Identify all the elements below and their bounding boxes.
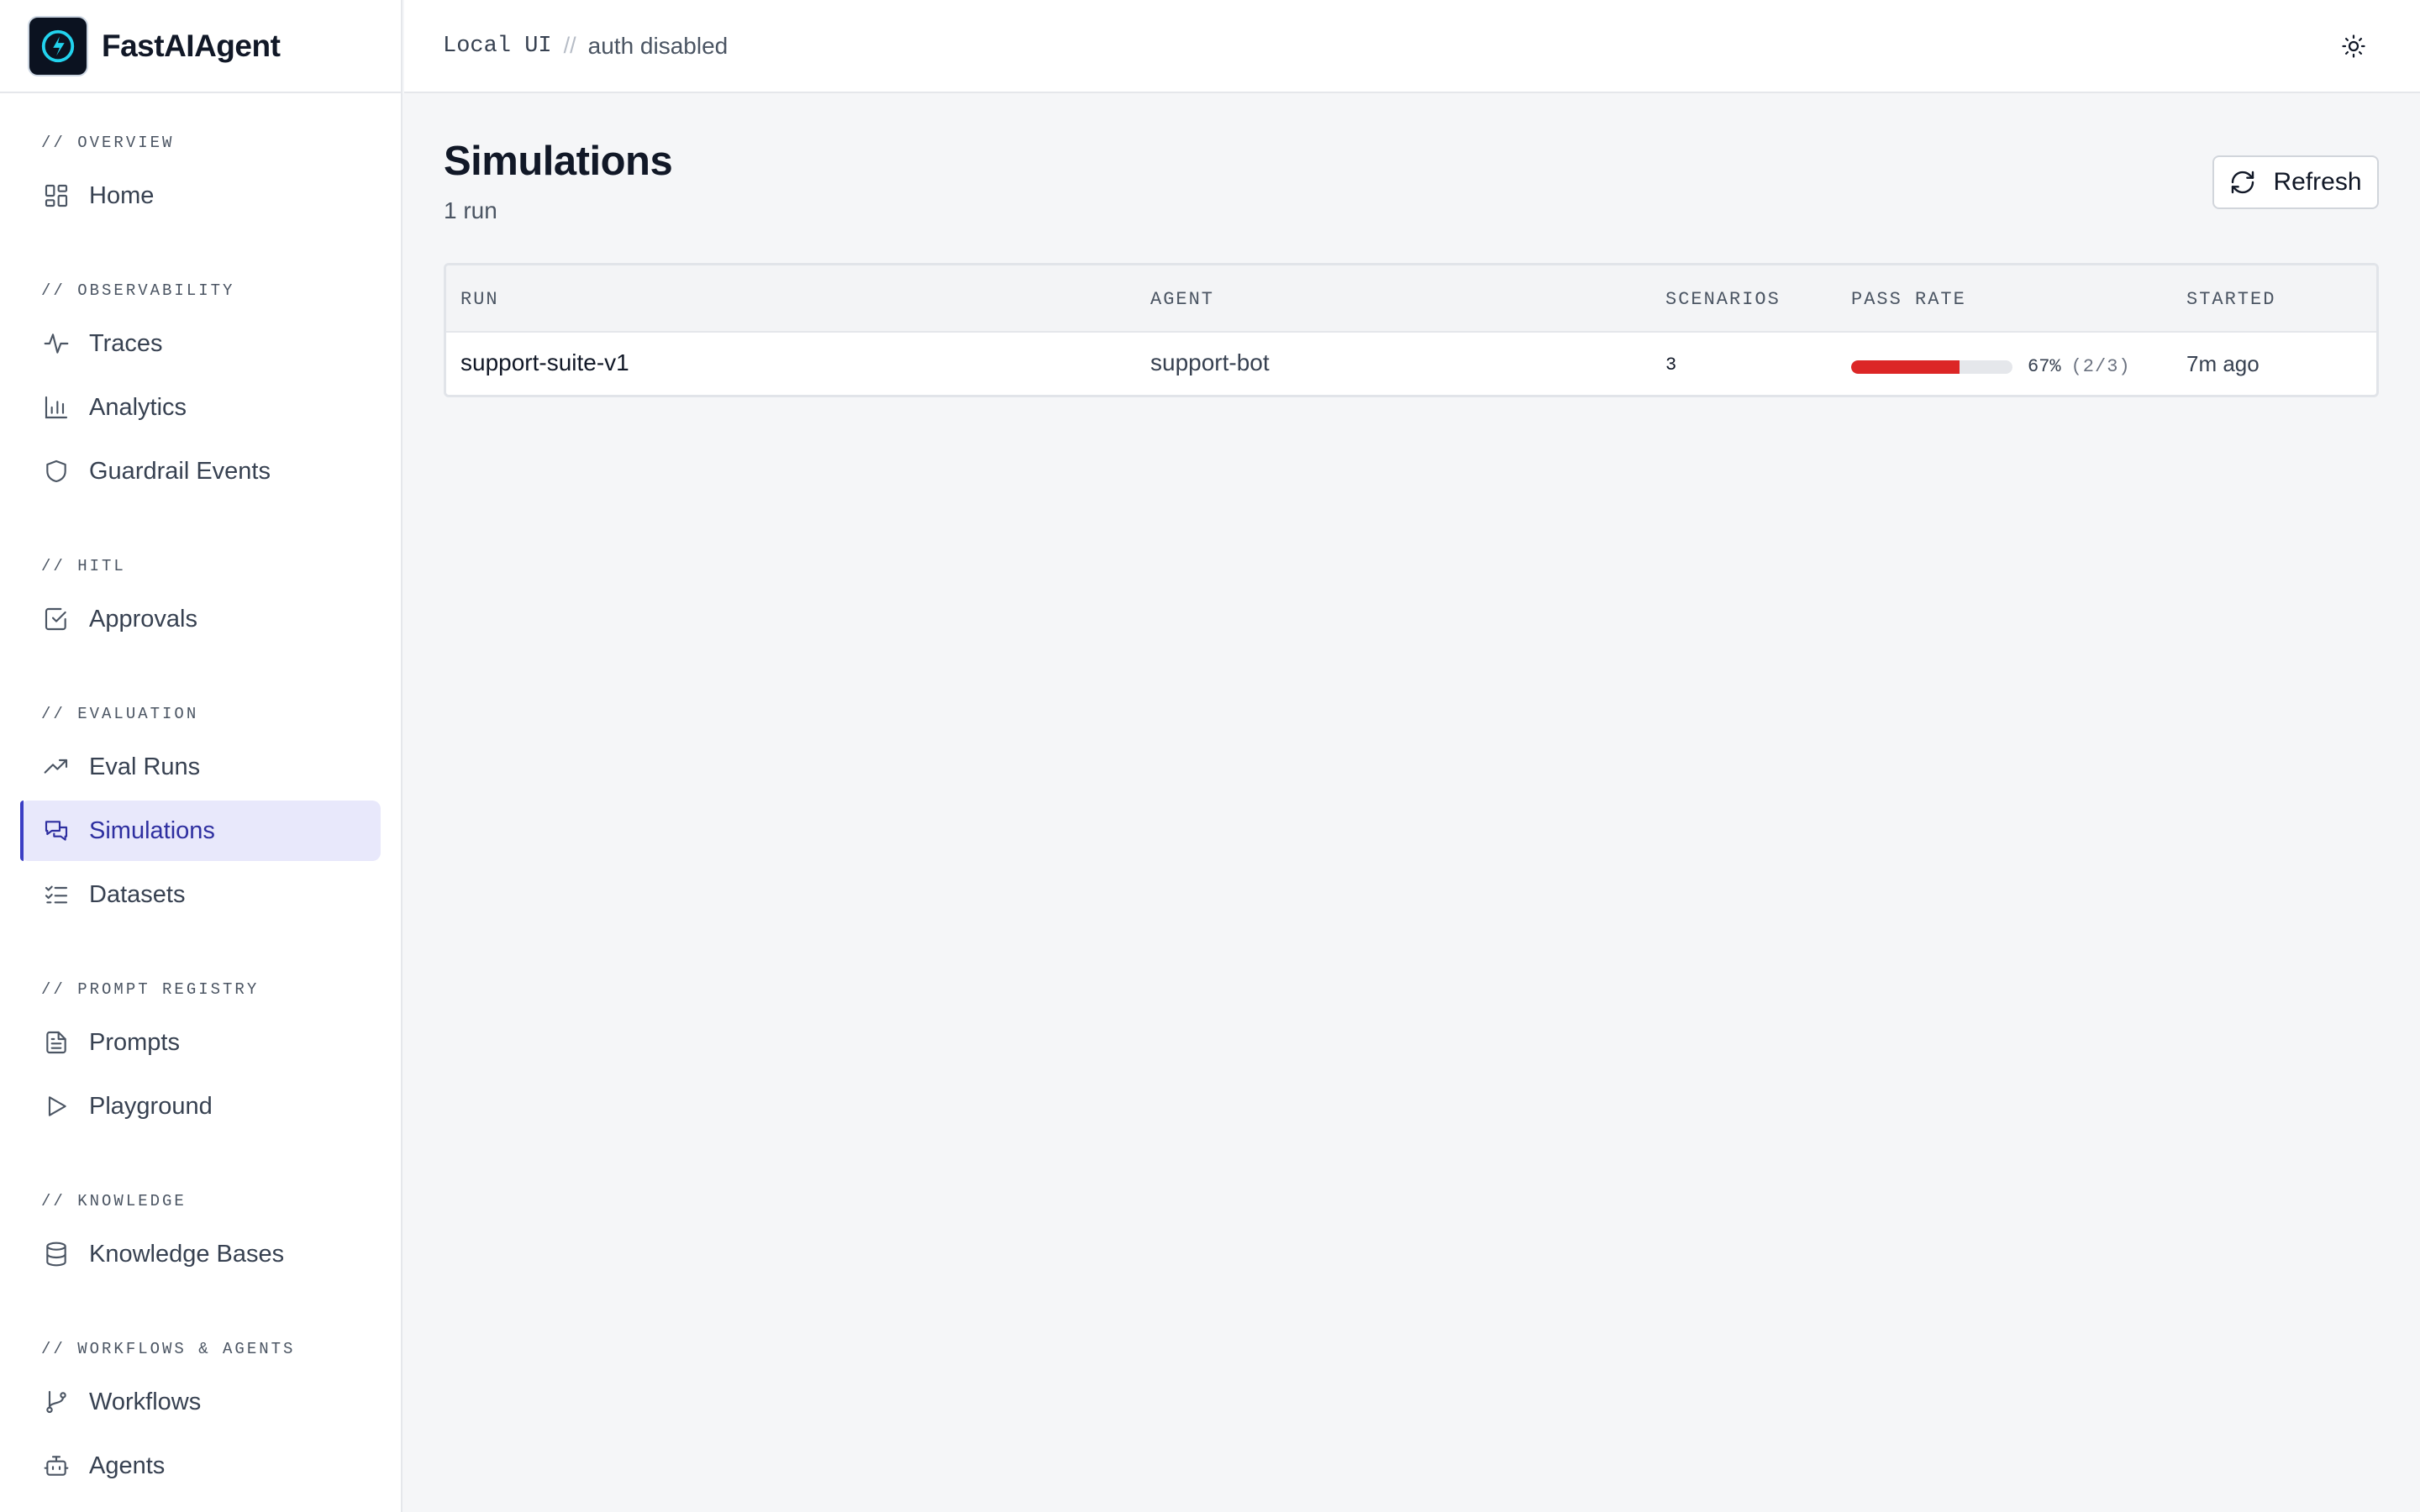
sidebar-item-label: Eval Runs: [89, 753, 201, 780]
sidebar-item-simulations[interactable]: Simulations: [20, 801, 381, 861]
mode-label: Local UI: [443, 33, 552, 59]
cell-agent: support-bot: [1150, 349, 1270, 375]
messages-icon: [42, 816, 71, 845]
table-row[interactable]: support-suite-v1 support-bot 3 67% (2/3)…: [446, 333, 2376, 395]
section-label: // HITL: [41, 557, 126, 575]
simulations-table: RUN AGENT SCENARIOS PASS RATE STARTED su…: [444, 263, 2379, 397]
auth-status: auth disabled: [587, 32, 729, 59]
section-observability: // OBSERVABILITY Traces Analytics Guardr…: [0, 270, 401, 501]
activity-icon: [42, 329, 71, 358]
section-label: // OVERVIEW: [41, 134, 175, 152]
cell-pass-rate: 67% (2/3): [1851, 356, 2131, 377]
sidebar: FastAIAgent // OVERVIEW Home // OBSERVAB…: [0, 0, 402, 1512]
pass-rate-percent: 67%: [2028, 356, 2061, 377]
pass-rate-bar-fill: [1851, 360, 1960, 374]
column-header-scenarios[interactable]: SCENARIOS: [1665, 289, 1781, 310]
pass-rate-bar: [1851, 360, 2012, 374]
run-count: 1 run: [444, 197, 497, 223]
section-label: // KNOWLEDGE: [41, 1192, 187, 1210]
git-branch-icon: [42, 1388, 71, 1416]
sidebar-item-prompts[interactable]: Prompts: [20, 1012, 381, 1073]
section-workflows-agents: // WORKFLOWS & AGENTS Workflows Agents: [0, 1328, 401, 1496]
list-checks-icon: [42, 880, 71, 909]
database-icon: [42, 1240, 71, 1268]
sidebar-item-agents[interactable]: Agents: [20, 1436, 381, 1496]
column-header-agent[interactable]: AGENT: [1150, 289, 1214, 310]
theme-toggle-sun-icon[interactable]: [2339, 32, 2368, 60]
column-header-run[interactable]: RUN: [460, 289, 499, 310]
section-prompt-registry: // PROMPT REGISTRY Prompts Playground: [0, 969, 401, 1137]
play-icon: [42, 1092, 71, 1121]
table-header: RUN AGENT SCENARIOS PASS RATE STARTED: [446, 265, 2376, 333]
shield-icon: [42, 457, 71, 486]
sidebar-item-workflows[interactable]: Workflows: [20, 1372, 381, 1432]
cell-scenarios: 3: [1665, 354, 1677, 375]
sidebar-item-label: Agents: [89, 1452, 166, 1479]
sidebar-item-knowledge-bases[interactable]: Knowledge Bases: [20, 1224, 381, 1284]
section-hitl: // HITL Approvals: [0, 545, 401, 649]
brand-name: FastAIAgent: [102, 28, 281, 63]
brand[interactable]: FastAIAgent: [0, 0, 401, 93]
pass-rate-fraction: (2/3): [2070, 356, 2131, 377]
sidebar-nav: // OVERVIEW Home // OBSERVABILITY Traces: [0, 93, 401, 1496]
main-content: Simulations 1 run Refresh RUN AGENT SCEN…: [404, 93, 2420, 1512]
column-header-started[interactable]: STARTED: [2186, 289, 2275, 310]
section-label: // PROMPT REGISTRY: [41, 980, 260, 999]
sidebar-item-label: Analytics: [89, 393, 187, 421]
sidebar-item-label: Traces: [89, 329, 163, 357]
sidebar-item-label: Guardrail Events: [89, 457, 271, 485]
sidebar-item-label: Simulations: [89, 816, 215, 844]
refresh-icon: [2229, 169, 2256, 196]
bot-icon: [42, 1452, 71, 1480]
sidebar-item-traces[interactable]: Traces: [20, 313, 381, 374]
breadcrumb-separator: //: [563, 33, 576, 58]
sidebar-item-analytics[interactable]: Analytics: [20, 377, 381, 438]
top-bar: Local UI // auth disabled: [404, 0, 2420, 93]
bar-chart-icon: [42, 393, 71, 422]
cell-run[interactable]: support-suite-v1: [460, 349, 629, 376]
sidebar-item-guardrail-events[interactable]: Guardrail Events: [20, 441, 381, 501]
file-text-icon: [42, 1028, 71, 1057]
sidebar-item-label: Home: [89, 181, 155, 209]
page-title: Simulations: [444, 139, 673, 184]
section-overview: // OVERVIEW Home: [0, 122, 401, 226]
sidebar-item-label: Approvals: [89, 605, 197, 633]
sidebar-item-label: Knowledge Bases: [89, 1240, 285, 1268]
sidebar-item-playground[interactable]: Playground: [20, 1076, 381, 1137]
sidebar-item-label: Workflows: [89, 1388, 202, 1415]
sidebar-item-label: Playground: [89, 1092, 213, 1120]
sidebar-item-home[interactable]: Home: [20, 165, 381, 226]
trending-up-icon: [42, 753, 71, 781]
sidebar-item-label: Prompts: [89, 1028, 180, 1056]
refresh-button[interactable]: Refresh: [2212, 155, 2379, 209]
sidebar-item-eval-runs[interactable]: Eval Runs: [20, 737, 381, 797]
section-label: // EVALUATION: [41, 705, 199, 723]
section-evaluation: // EVALUATION Eval Runs Simulations Data…: [0, 693, 401, 925]
cell-started: 7m ago: [2186, 351, 2260, 376]
section-label: // WORKFLOWS & AGENTS: [41, 1340, 296, 1358]
column-header-pass-rate[interactable]: PASS RATE: [1851, 289, 1966, 310]
check-square-icon: [42, 605, 71, 633]
grid-icon: [42, 181, 71, 210]
sidebar-item-label: Datasets: [89, 880, 186, 908]
sidebar-item-datasets[interactable]: Datasets: [20, 864, 381, 925]
bolt-logo-icon: [28, 15, 88, 76]
refresh-label: Refresh: [2273, 168, 2362, 196]
section-knowledge: // KNOWLEDGE Knowledge Bases: [0, 1180, 401, 1284]
section-label: // OBSERVABILITY: [41, 281, 235, 300]
sidebar-item-approvals[interactable]: Approvals: [20, 589, 381, 649]
